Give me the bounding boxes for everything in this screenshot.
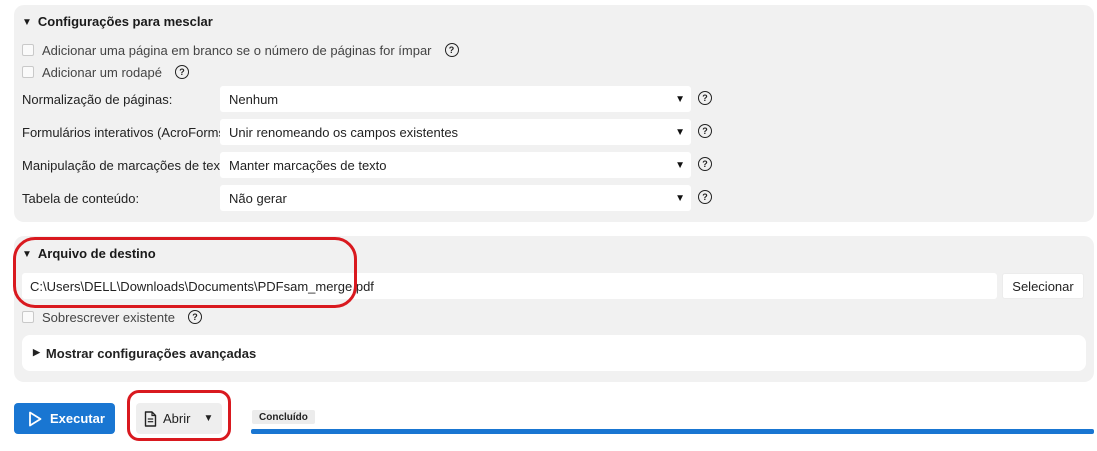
- footer-label: Adicionar um rodapé: [42, 64, 162, 80]
- status-badge: Concluído: [252, 410, 315, 424]
- blank-page-label: Adicionar uma página em branco se o núme…: [42, 42, 432, 58]
- annotation-outline-open-button: [127, 390, 231, 441]
- toc-value: Não gerar: [229, 190, 287, 206]
- overwrite-option: Sobrescrever existente ?: [22, 307, 202, 327]
- page-normalization-value: Nenhum: [229, 91, 279, 107]
- progress-bar: [251, 429, 1094, 434]
- toc-select[interactable]: Não gerar ▼: [220, 185, 691, 211]
- select-file-button[interactable]: Selecionar: [1002, 273, 1084, 299]
- blank-page-checkbox[interactable]: [22, 44, 34, 56]
- footer-option: Adicionar um rodapé ?: [22, 62, 189, 82]
- footer-checkbox[interactable]: [22, 66, 34, 78]
- overwrite-label: Sobrescrever existente: [42, 309, 175, 325]
- help-circle-icon[interactable]: ?: [698, 157, 712, 171]
- help-circle-icon[interactable]: ?: [174, 65, 189, 79]
- chevron-down-icon: ▼: [675, 126, 685, 138]
- acroforms-label: Formulários interativos (AcroForms): [22, 125, 230, 140]
- overwrite-checkbox[interactable]: [22, 311, 34, 323]
- text-markup-label: Manipulação de marcações de texto:: [22, 158, 235, 173]
- run-button-label: Executar: [50, 411, 105, 426]
- text-markup-select[interactable]: Manter marcações de texto ▼: [220, 152, 691, 178]
- merge-settings-header[interactable]: ▼ Configurações para mesclar: [22, 14, 213, 29]
- page-normalization-select[interactable]: Nenhum ▼: [220, 86, 691, 112]
- merge-settings-title: Configurações para mesclar: [37, 14, 213, 29]
- help-circle-icon[interactable]: ?: [698, 91, 712, 105]
- progress-fill: [251, 429, 1094, 434]
- help-circle-icon[interactable]: ?: [698, 124, 712, 138]
- page-normalization-label: Normalização de páginas:: [22, 92, 173, 107]
- chevron-down-icon: ▼: [675, 159, 685, 171]
- annotation-outline-destination: [13, 237, 357, 308]
- blank-page-option: Adicionar uma página em branco se o núme…: [22, 40, 459, 60]
- acroforms-select[interactable]: Unir renomeando os campos existentes ▼: [220, 119, 691, 145]
- advanced-settings-toggle[interactable]: ▶ Mostrar configurações avançadas: [22, 335, 1086, 371]
- help-circle-icon[interactable]: ?: [444, 43, 459, 57]
- chevron-down-icon: ▼: [675, 192, 685, 204]
- play-outline-icon: [29, 411, 42, 426]
- acroforms-value: Unir renomeando os campos existentes: [229, 124, 459, 140]
- chevron-down-icon: ▼: [675, 93, 685, 105]
- triangle-right-icon: ▶: [33, 346, 40, 357]
- help-circle-icon[interactable]: ?: [698, 190, 712, 204]
- toc-label: Tabela de conteúdo:: [22, 191, 140, 206]
- text-markup-value: Manter marcações de texto: [229, 157, 387, 173]
- run-button[interactable]: Executar: [14, 403, 115, 434]
- advanced-settings-label: Mostrar configurações avançadas: [45, 345, 257, 361]
- triangle-down-icon: ▼: [22, 17, 32, 28]
- help-circle-icon[interactable]: ?: [187, 310, 202, 324]
